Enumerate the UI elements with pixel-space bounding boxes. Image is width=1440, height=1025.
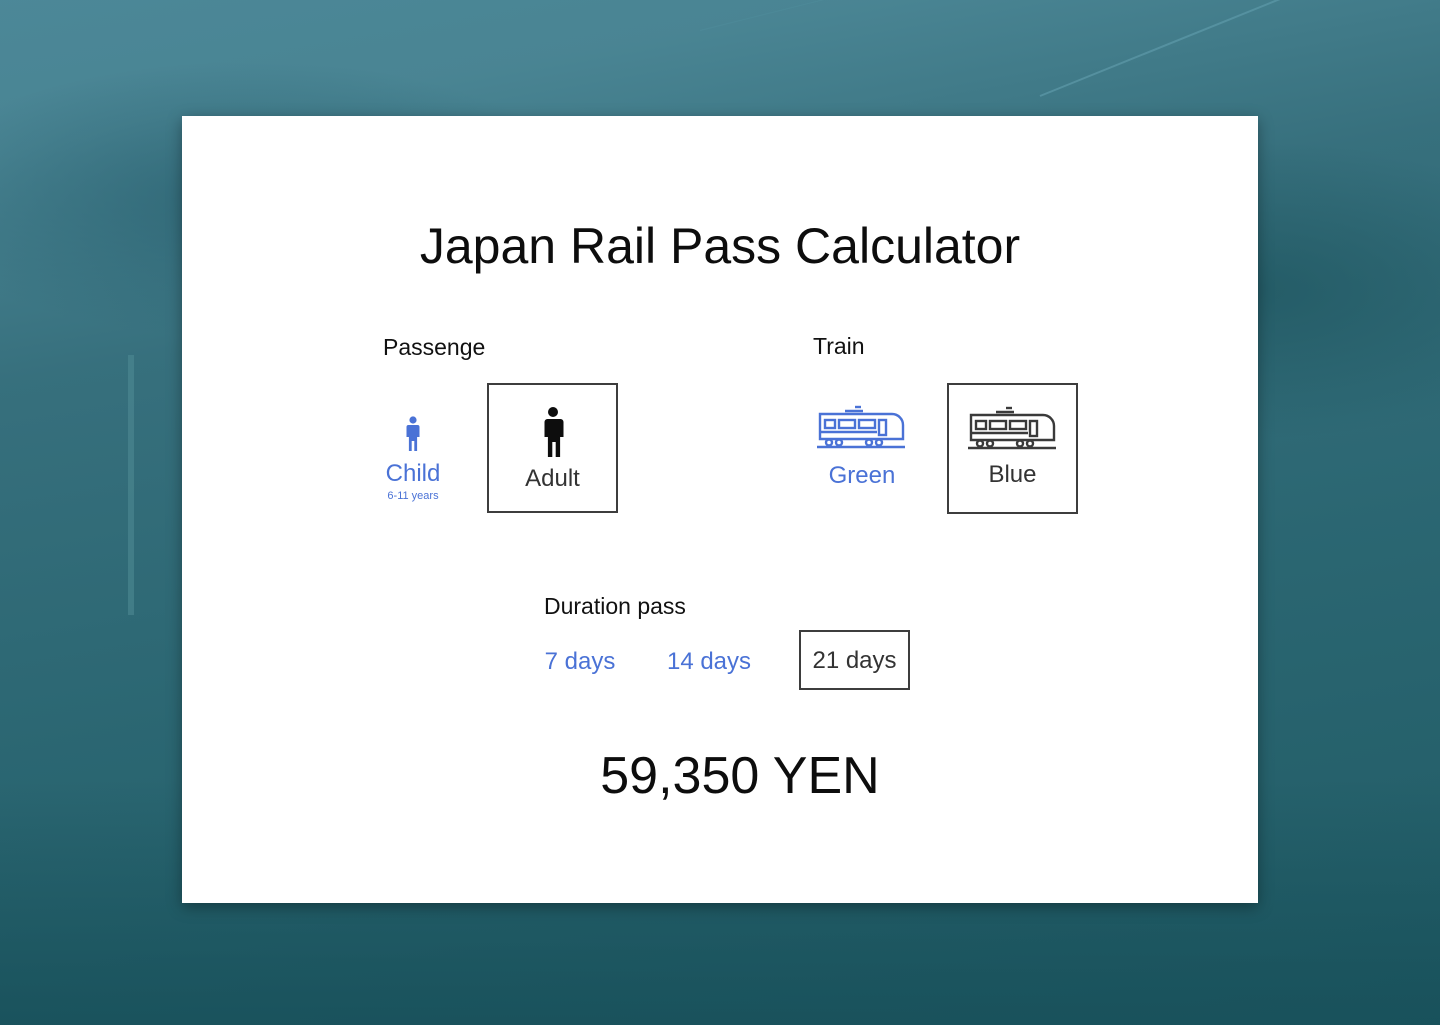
- green-train-icon: [817, 405, 905, 449]
- adult-person-icon: [544, 407, 563, 457]
- duration-label: Duration pass: [544, 593, 686, 619]
- green-train-option[interactable]: Green: [812, 404, 912, 504]
- train-label: Train: [813, 333, 865, 359]
- calculator-card: Japan Rail Pass Calculator Passenge Chil…: [182, 116, 1258, 903]
- page-title: Japan Rail Pass Calculator: [419, 218, 1021, 274]
- blue-train-option[interactable]: Blue: [947, 383, 1078, 514]
- child-label: Child: [385, 460, 441, 487]
- duration-21-days[interactable]: 21 days: [799, 630, 910, 690]
- green-label: Green: [828, 462, 896, 489]
- blue-label: Blue: [988, 461, 1037, 488]
- child-option[interactable]: Child 6-11 years: [378, 416, 448, 516]
- adult-label: Adult: [525, 465, 580, 492]
- child-age-label: 6-11 years: [387, 490, 439, 502]
- blue-train-icon: [967, 406, 1056, 450]
- child-person-icon: [406, 416, 420, 451]
- duration-7-days[interactable]: 7 days: [540, 645, 620, 679]
- passenger-label: Passenge: [383, 334, 486, 360]
- adult-option[interactable]: Adult: [487, 383, 618, 513]
- duration-14-days[interactable]: 14 days: [664, 645, 754, 679]
- total-price: 59,350 YEN: [600, 747, 880, 805]
